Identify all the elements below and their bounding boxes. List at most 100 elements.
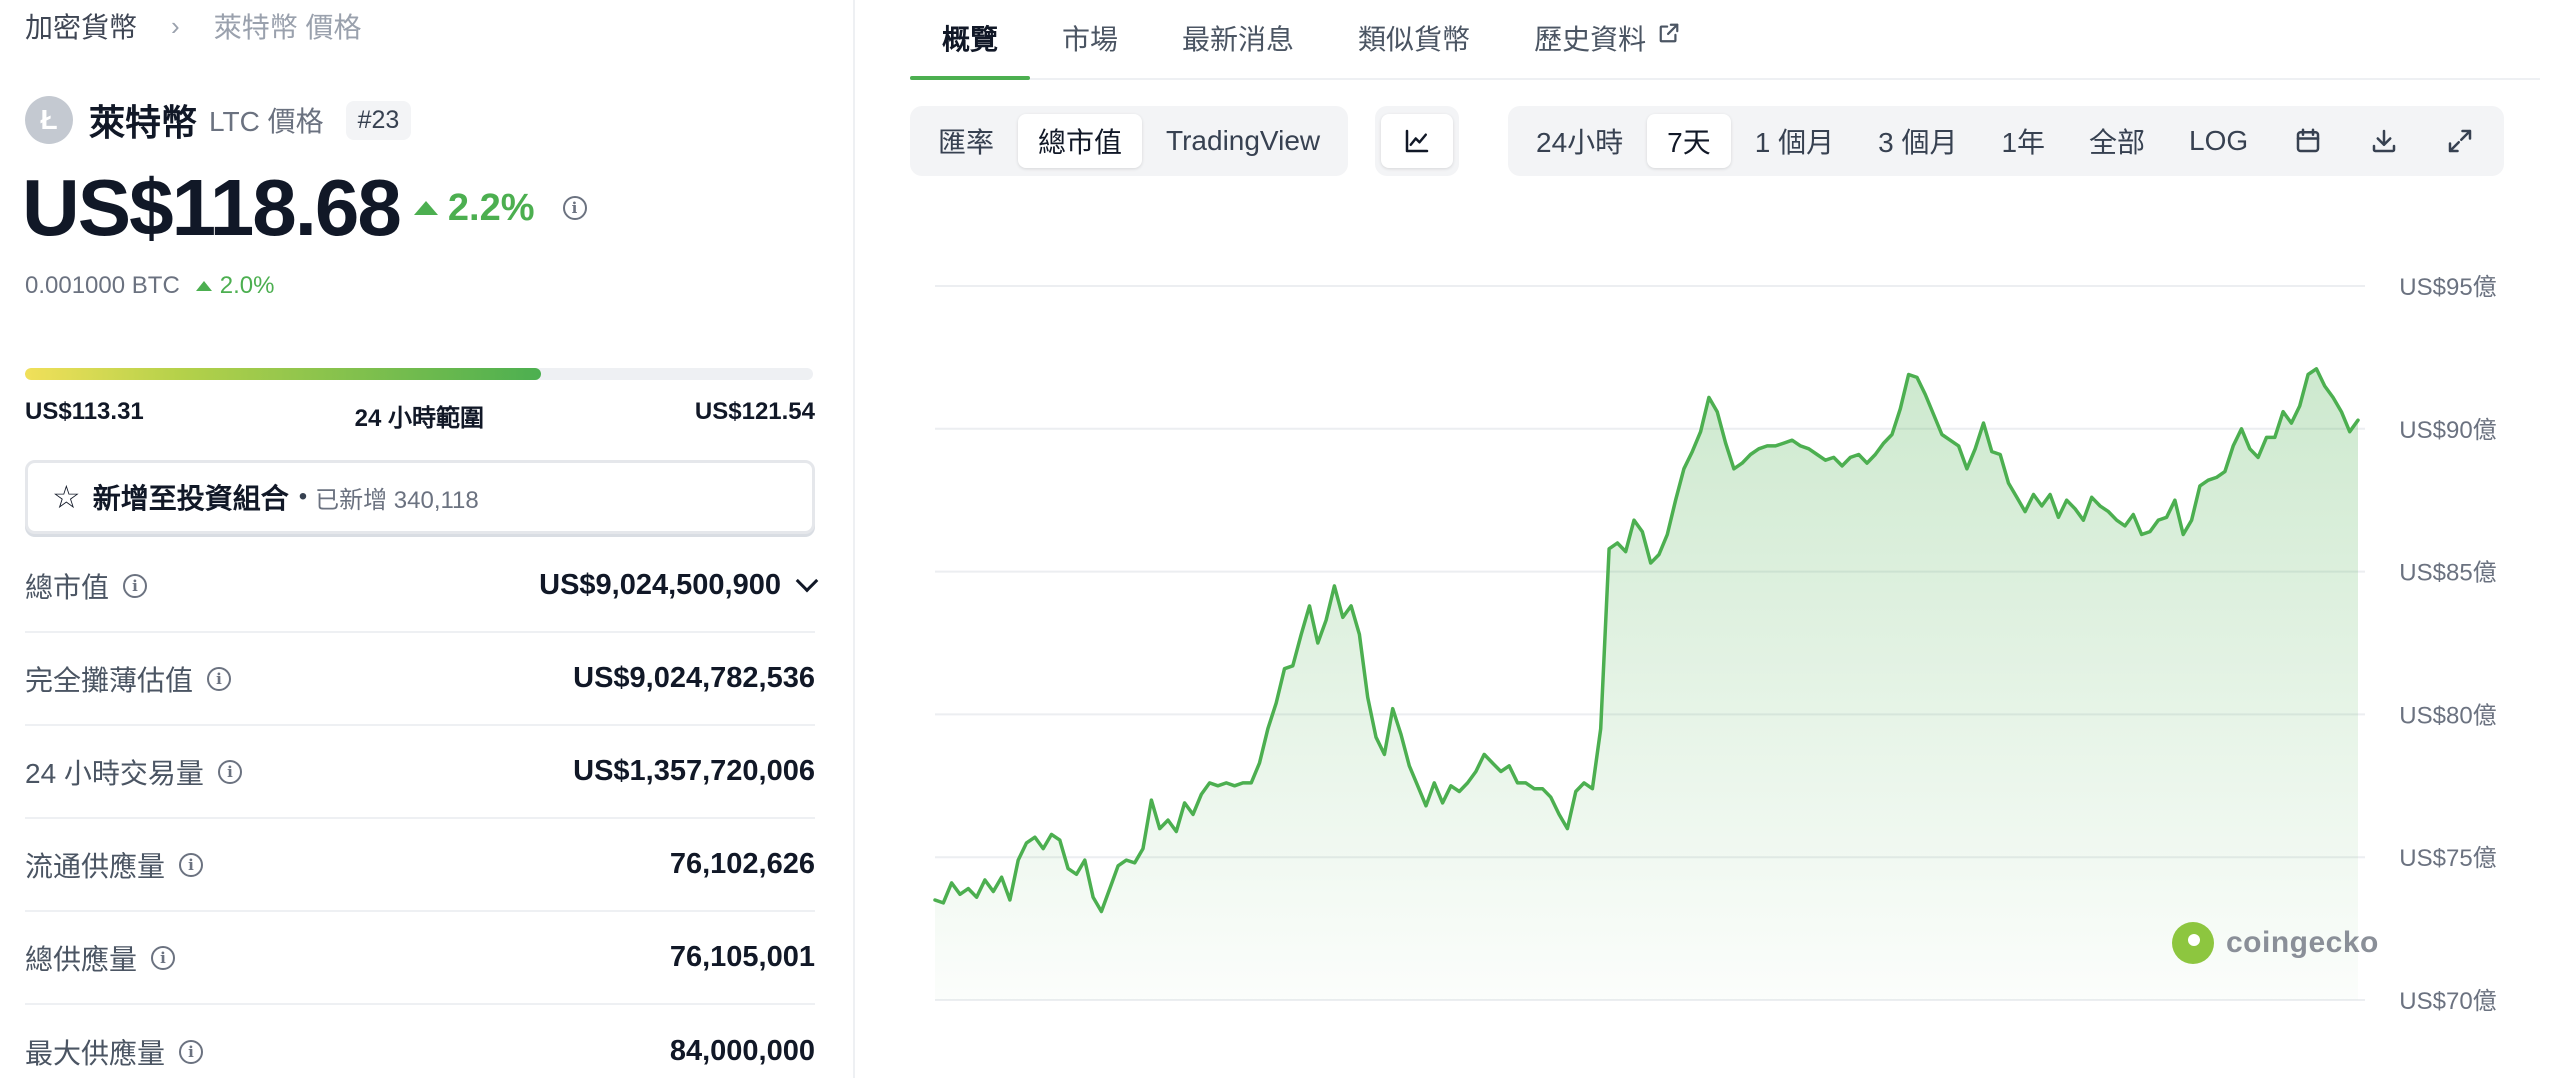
data-point[interactable] bbox=[2039, 503, 2045, 509]
data-point[interactable] bbox=[932, 897, 938, 903]
data-point[interactable] bbox=[1897, 406, 1903, 412]
data-point[interactable] bbox=[2172, 497, 2178, 503]
data-point[interactable] bbox=[1323, 617, 1329, 623]
data-point[interactable] bbox=[1822, 457, 1828, 463]
info-icon[interactable]: i bbox=[179, 1039, 204, 1064]
data-point[interactable] bbox=[1207, 780, 1213, 786]
data-point[interactable] bbox=[1415, 783, 1421, 789]
data-point[interactable] bbox=[1240, 780, 1246, 786]
data-point[interactable] bbox=[1198, 791, 1204, 797]
data-point[interactable] bbox=[1631, 517, 1637, 523]
log-scale-button[interactable]: LOG bbox=[2169, 114, 2268, 168]
data-point[interactable] bbox=[1440, 800, 1446, 806]
market-cap-chart[interactable]: US$95億 US$90億 US$85億 US$80億 US$75億 US$70億 coi… bbox=[910, 200, 2560, 1078]
data-point[interactable] bbox=[1914, 374, 1920, 380]
add-to-portfolio-button[interactable]: ☆ 新增至投資組合 • 已新增 340,118 bbox=[25, 460, 815, 534]
data-point[interactable] bbox=[1731, 466, 1737, 472]
data-point[interactable] bbox=[1248, 780, 1254, 786]
metric-market-cap-button[interactable]: 總市值 bbox=[1018, 114, 1143, 168]
data-point[interactable] bbox=[949, 880, 955, 886]
data-point[interactable] bbox=[1481, 751, 1487, 757]
data-point[interactable] bbox=[1190, 811, 1196, 817]
data-point[interactable] bbox=[1989, 449, 1995, 455]
data-point[interactable] bbox=[2130, 512, 2136, 518]
data-point[interactable] bbox=[1473, 769, 1479, 775]
data-point[interactable] bbox=[1906, 372, 1912, 378]
data-point[interactable] bbox=[1864, 460, 1870, 466]
data-point[interactable] bbox=[2139, 532, 2145, 538]
data-point[interactable] bbox=[2014, 494, 2020, 500]
data-point[interactable] bbox=[1706, 394, 1712, 400]
data-point[interactable] bbox=[1781, 440, 1787, 446]
data-point[interactable] bbox=[1340, 614, 1346, 620]
data-point[interactable] bbox=[1107, 886, 1113, 892]
data-point[interactable] bbox=[2064, 497, 2070, 503]
data-point[interactable] bbox=[1398, 731, 1404, 737]
data-point[interactable] bbox=[1589, 786, 1595, 792]
info-icon[interactable]: i bbox=[151, 945, 176, 970]
data-point[interactable] bbox=[1223, 780, 1229, 786]
data-point[interactable] bbox=[1431, 780, 1437, 786]
data-point[interactable] bbox=[1182, 800, 1188, 806]
data-point[interactable] bbox=[2197, 483, 2203, 489]
data-point[interactable] bbox=[1872, 452, 1878, 458]
data-point[interactable] bbox=[1032, 834, 1038, 840]
data-point[interactable] bbox=[1673, 497, 1679, 503]
data-point[interactable] bbox=[1348, 603, 1354, 609]
price-info-icon[interactable]: i bbox=[562, 196, 587, 220]
data-point[interactable] bbox=[1540, 786, 1546, 792]
data-point[interactable] bbox=[2230, 443, 2236, 449]
data-point[interactable] bbox=[1290, 663, 1296, 669]
data-point[interactable] bbox=[2272, 434, 2278, 440]
data-point[interactable] bbox=[2072, 506, 2078, 512]
data-point[interactable] bbox=[2338, 409, 2344, 415]
data-point[interactable] bbox=[1423, 803, 1429, 809]
data-point[interactable] bbox=[2214, 474, 2220, 480]
data-point[interactable] bbox=[2288, 420, 2294, 426]
data-point[interactable] bbox=[2313, 366, 2319, 372]
data-point[interactable] bbox=[2122, 523, 2128, 529]
data-point[interactable] bbox=[2264, 434, 2270, 440]
data-point[interactable] bbox=[1298, 631, 1304, 637]
data-point[interactable] bbox=[1148, 797, 1154, 803]
data-point[interactable] bbox=[1215, 783, 1221, 789]
data-point[interactable] bbox=[1806, 446, 1812, 452]
data-point[interactable] bbox=[2080, 517, 2086, 523]
data-point[interactable] bbox=[1456, 789, 1462, 795]
data-point[interactable] bbox=[1831, 454, 1837, 460]
info-icon[interactable]: i bbox=[123, 573, 148, 598]
data-point[interactable] bbox=[1465, 780, 1471, 786]
data-point[interactable] bbox=[1098, 909, 1104, 915]
data-point[interactable] bbox=[974, 894, 980, 900]
range-1y-button[interactable]: 1年 bbox=[1981, 114, 2065, 168]
data-point[interactable] bbox=[2089, 494, 2095, 500]
data-point[interactable] bbox=[1931, 412, 1937, 418]
data-point[interactable] bbox=[1614, 540, 1620, 546]
data-point[interactable] bbox=[1889, 432, 1895, 438]
data-point[interactable] bbox=[1964, 466, 1970, 472]
data-point[interactable] bbox=[1331, 583, 1337, 589]
data-point[interactable] bbox=[2147, 529, 2153, 535]
tab-similar-coins[interactable]: 類似貨幣 bbox=[1326, 0, 1502, 78]
data-point[interactable] bbox=[1490, 760, 1496, 766]
range-24h-button[interactable]: 24小時 bbox=[1516, 114, 1643, 168]
data-point[interactable] bbox=[1639, 529, 1645, 535]
data-point[interactable] bbox=[1739, 460, 1745, 466]
data-point[interactable] bbox=[1814, 452, 1820, 458]
data-point[interactable] bbox=[1115, 863, 1121, 869]
data-point[interactable] bbox=[1140, 846, 1146, 852]
metric-tradingview-button[interactable]: TradingView bbox=[1146, 114, 1340, 168]
data-point[interactable] bbox=[982, 877, 988, 883]
data-point[interactable] bbox=[1698, 429, 1704, 435]
data-point[interactable] bbox=[1173, 829, 1179, 835]
data-point[interactable] bbox=[1232, 783, 1238, 789]
data-point[interactable] bbox=[1748, 452, 1754, 458]
calendar-button[interactable] bbox=[2272, 114, 2344, 168]
data-point[interactable] bbox=[1606, 546, 1612, 552]
data-point[interactable] bbox=[2305, 372, 2311, 378]
data-point[interactable] bbox=[1548, 794, 1554, 800]
data-point[interactable] bbox=[1406, 763, 1412, 769]
data-point[interactable] bbox=[1315, 640, 1321, 646]
info-icon[interactable]: i bbox=[179, 852, 204, 877]
breadcrumb-cryptocurrencies-link[interactable]: 加密貨幣 bbox=[25, 6, 137, 46]
